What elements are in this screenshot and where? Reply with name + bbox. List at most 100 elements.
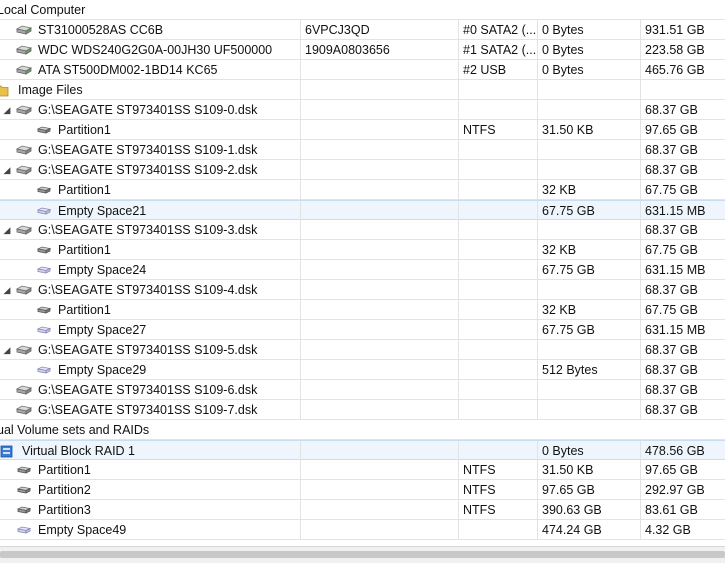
row-label: Partition3 — [38, 503, 91, 517]
name-cell: Empty Space24 — [0, 260, 300, 280]
serial-cell — [300, 460, 458, 480]
expand-toggle-icon[interactable]: ◢ — [2, 220, 12, 240]
name-cell: Empty Space21 — [0, 201, 300, 221]
name-cell: G:\SEAGATE ST973401SS S109-6.dsk — [0, 380, 300, 400]
disk-image-icon — [15, 163, 33, 177]
empty-space-icon — [36, 323, 52, 337]
serial-cell — [300, 180, 458, 200]
interface-cell — [458, 300, 537, 320]
interface-cell — [458, 201, 537, 221]
size-cell — [640, 0, 725, 20]
size-cell: 631.15 MB — [640, 201, 725, 221]
name-cell: ◢ G:\SEAGATE ST973401SS S109-3.dsk — [0, 220, 300, 240]
serial-cell — [300, 480, 458, 500]
size-cell: 465.76 GB — [640, 60, 725, 80]
tree-row[interactable]: Image Files — [0, 80, 725, 100]
interface-cell — [458, 140, 537, 160]
name-cell: ATA ST500DM002-1BD14 KC65 — [0, 60, 300, 80]
tree-row[interactable]: Empty Space24 67.75 GB 631.15 MB — [0, 260, 725, 280]
tree-row[interactable]: Partition1 32 KB 67.75 GB — [0, 180, 725, 200]
tree-row[interactable]: ◢ G:\SEAGATE ST973401SS S109-0.dsk 68.37 G… — [0, 100, 725, 120]
serial-cell — [300, 140, 458, 160]
scrollbar-thumb[interactable] — [0, 551, 725, 558]
interface-cell — [458, 520, 537, 540]
tree-row[interactable]: ◢ G:\SEAGATE ST973401SS S109-2.dsk 68.37 G… — [0, 160, 725, 180]
name-cell: Partition3 — [0, 500, 300, 520]
name-cell: ◢ G:\SEAGATE ST973401SS S109-4.dsk — [0, 280, 300, 300]
hdd-icon — [15, 63, 33, 77]
name-cell: Partition1 — [0, 240, 300, 260]
expand-toggle-icon[interactable]: ◢ — [2, 100, 12, 120]
horizontal-scrollbar[interactable] — [0, 546, 725, 563]
expand-toggle-icon[interactable]: ◢ — [2, 280, 12, 300]
tree-row[interactable]: Empty Space21 67.75 GB 631.15 MB — [0, 200, 725, 221]
section-header[interactable]: ual Volume sets and RAIDs — [0, 420, 725, 440]
serial-cell: 1909A0803656 — [300, 40, 458, 60]
tree-row[interactable]: Partition2 NTFS 97.65 GB 292.97 GB — [0, 480, 725, 500]
name-cell: Partition1 — [0, 300, 300, 320]
row-label: G:\SEAGATE ST973401SS S109-3.dsk — [38, 223, 258, 237]
expand-toggle-icon[interactable]: ◢ — [2, 160, 12, 180]
tree-row[interactable]: G:\SEAGATE ST973401SS S109-6.dsk 68.37 GB — [0, 380, 725, 400]
serial-cell — [300, 120, 458, 140]
tree-row[interactable]: ATA ST500DM002-1BD14 KC65 #2 USB 0 Bytes 46… — [0, 60, 725, 80]
name-cell: Empty Space27 — [0, 320, 300, 340]
row-label: Partition2 — [38, 483, 91, 497]
interface-cell — [458, 420, 537, 440]
tree-row[interactable]: ST31000528AS CC6B 6VPCJ3QD #0 SATA2 (... 0 … — [0, 20, 725, 40]
row-label: Partition1 — [58, 243, 111, 257]
interface-cell: #1 SATA2 (... — [458, 40, 537, 60]
serial-cell — [300, 300, 458, 320]
size-cell: 67.75 GB — [640, 240, 725, 260]
tree-row[interactable]: ◢ G:\SEAGATE ST973401SS S109-3.dsk 68.37 G… — [0, 220, 725, 240]
interface-cell — [458, 0, 537, 20]
tree-row[interactable]: ◢ G:\SEAGATE ST973401SS S109-5.dsk 68.37 G… — [0, 340, 725, 360]
interface-cell — [458, 380, 537, 400]
offset-cell — [537, 140, 640, 160]
row-label: Partition1 — [58, 123, 111, 137]
name-cell: WDC WDS240G2G0A-00JH30 UF500000 — [0, 40, 300, 60]
tree-row[interactable]: Partition1 NTFS 31.50 KB 97.65 GB — [0, 460, 725, 480]
size-cell: 68.37 GB — [640, 340, 725, 360]
tree-row[interactable]: G:\SEAGATE ST973401SS S109-1.dsk 68.37 GB — [0, 140, 725, 160]
tree-row[interactable]: Partition1 32 KB 67.75 GB — [0, 240, 725, 260]
partition-icon — [16, 463, 32, 477]
raid-icon — [0, 444, 16, 458]
size-cell: 68.37 GB — [640, 360, 725, 380]
offset-cell — [537, 420, 640, 440]
serial-cell — [300, 400, 458, 420]
tree-row[interactable]: Virtual Block RAID 1 0 Bytes 478.56 GB — [0, 440, 725, 461]
expand-toggle-icon[interactable]: ◢ — [2, 340, 12, 360]
name-cell: ◢ G:\SEAGATE ST973401SS S109-0.dsk — [0, 100, 300, 120]
name-cell: ◢ G:\SEAGATE ST973401SS S109-5.dsk — [0, 340, 300, 360]
hdd-icon — [15, 23, 33, 37]
interface-cell — [458, 340, 537, 360]
partition-icon — [16, 503, 32, 517]
tree-row[interactable]: Partition3 NTFS 390.63 GB 83.61 GB — [0, 500, 725, 520]
tree-row[interactable]: Partition1 NTFS 31.50 KB 97.65 GB — [0, 120, 725, 140]
tree-row[interactable]: ◢ G:\SEAGATE ST973401SS S109-4.dsk 68.37 G… — [0, 280, 725, 300]
tree-row[interactable]: Partition1 32 KB 67.75 GB — [0, 300, 725, 320]
name-cell: G:\SEAGATE ST973401SS S109-7.dsk — [0, 400, 300, 420]
offset-cell: 512 Bytes — [537, 360, 640, 380]
size-cell: 478.56 GB — [640, 441, 725, 461]
offset-cell: 474.24 GB — [537, 520, 640, 540]
tree-row[interactable]: Empty Space29 512 Bytes 68.37 GB — [0, 360, 725, 380]
tree-row[interactable]: WDC WDS240G2G0A-00JH30 UF500000 1909A0803… — [0, 40, 725, 60]
section-header[interactable]: Local Computer — [0, 0, 725, 20]
row-label: Image Files — [18, 83, 83, 97]
tree-row[interactable]: G:\SEAGATE ST973401SS S109-7.dsk 68.37 GB — [0, 400, 725, 420]
interface-cell — [458, 80, 537, 100]
folder-icon — [0, 83, 12, 97]
name-cell: Empty Space49 — [0, 520, 300, 540]
name-cell: Partition1 — [0, 460, 300, 480]
serial-cell — [300, 100, 458, 120]
size-cell: 97.65 GB — [640, 120, 725, 140]
offset-cell — [537, 340, 640, 360]
offset-cell: 97.65 GB — [537, 480, 640, 500]
tree-row[interactable]: Empty Space27 67.75 GB 631.15 MB — [0, 320, 725, 340]
offset-cell — [537, 100, 640, 120]
row-label: WDC WDS240G2G0A-00JH30 UF500000 — [38, 43, 273, 57]
tree-row[interactable]: Empty Space49 474.24 GB 4.32 GB — [0, 520, 725, 540]
partition-icon — [16, 483, 32, 497]
